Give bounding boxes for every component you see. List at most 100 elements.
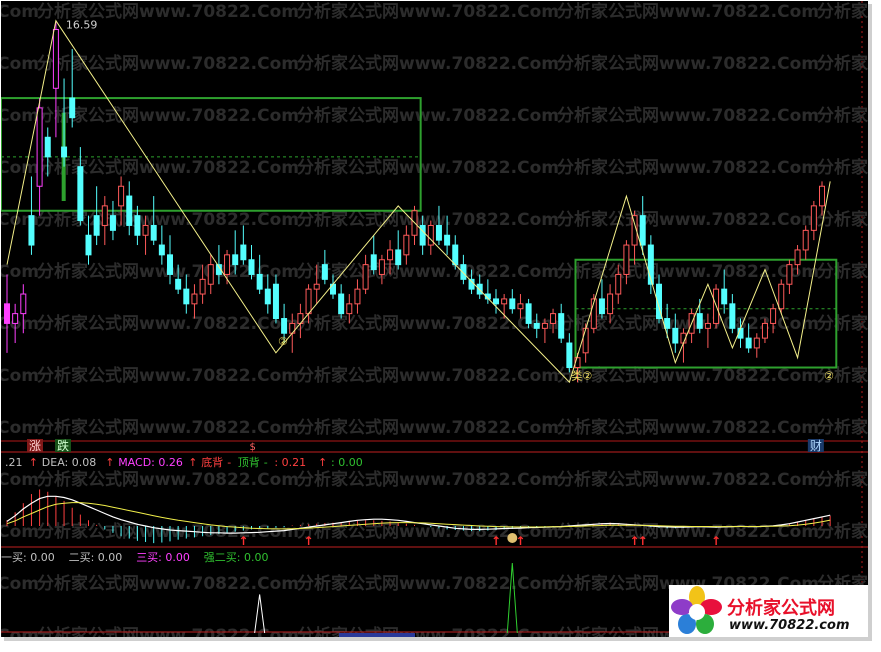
watermark-text: 分析家公式网www.70822.Com [557,417,819,438]
buy-arrow-icon: ↑ [238,534,248,548]
flower-logo-icon [671,586,722,634]
signal-header-item: 三买: 0.00 [136,551,190,564]
frame-shadow [4,637,872,641]
watermark-text: 分析家公式网www.70822.Com [37,157,299,178]
candle-body [395,249,402,266]
signal-header-item: 二买: 0.00 [69,551,123,564]
watermark-text: 分析家公式网www.70822.Com [817,261,868,282]
watermark-text: 分析家公式网www.70822.Com [817,53,868,74]
watermark-text: 分析家公式网www.70822.Com [37,53,299,74]
candle-body [142,224,149,236]
candle-body [207,264,214,285]
candle-body [729,303,736,329]
watermark-text: 分析家公式网www.70822.Com [817,469,868,490]
chart-screenshot: 分析家公式网www.70822.Com分析家公式网www.70822.Com分析… [0,0,881,652]
watermark-text: 分析家公式网www.70822.Com [37,105,299,126]
candle-body [77,166,84,222]
candle-body [362,264,369,290]
candle-body [61,146,68,158]
watermark-text: 分析家公式网www.70822.Com [297,625,559,637]
buy-arrow-icon: ↑ [515,534,525,548]
candle-body [753,337,760,349]
high-price-label: 16.59 [66,19,98,32]
stock-chart-panel[interactable]: 分析家公式网www.70822.Com分析家公式网www.70822.Com分析… [1,1,868,637]
candle-body [150,224,157,241]
candle-body [435,224,442,241]
candle-body [403,234,410,256]
candle-body [338,293,345,315]
candle-body [582,327,589,354]
watermark-text: 分析家公式网www.70822.Com [297,365,559,386]
candle-body [191,293,198,305]
candle-body [272,283,279,320]
candle-body [93,215,100,236]
watermark-text: 分析家公式网www.70822.Com [817,105,868,126]
watermark-text: 分析家公式网www.70822.Com [297,105,559,126]
watermark-text: 分析家公式网www.70822.Com [37,209,299,230]
candle-body [20,293,27,315]
candle-body [615,273,622,295]
watermark-text: 分析家公式网www.70822.Com [37,573,299,594]
candle-body [460,264,467,280]
macd-header-item: ↑ [318,456,327,469]
legend-down-label: 跌 [57,438,69,453]
candle-body [346,303,353,315]
candle-body [501,298,508,305]
candle-body [745,337,752,349]
watermark-text: 分析家公式网www.70822.Com [37,365,299,386]
frame-shadow [868,4,872,640]
macd-header-item: : 0.21 [274,456,306,469]
candle-body [558,313,565,339]
macd-header-item: ↑ [29,456,38,469]
candle-body [607,293,614,315]
watermark-text: 分析家公式网www.70822.Com [1,53,39,74]
macd-header-item: DEA: 0.08 [42,456,96,469]
candle-body [696,313,703,329]
candle-body [354,288,361,305]
scroll-indicator [339,633,415,637]
signals-header: 一买: 0.00 二买: 0.00 三买: 0.00 强二买: 0.00 [1,551,269,564]
candle-body [313,283,320,290]
watermark-text: 分析家公式网www.70822.Com [1,625,39,637]
watermark-text: 分析家公式网www.70822.Com [817,157,868,178]
watermark-text: 分析家公式网www.70822.Com [297,261,559,282]
chart-canvas[interactable]: 分析家公式网www.70822.Com分析家公式网www.70822.Com分析… [1,1,868,637]
candle-body [36,107,43,187]
candle-body [802,229,809,251]
legend-up-label: 涨 [29,438,41,453]
candle-body [770,308,777,324]
candle-body [224,254,231,275]
candle-body [810,205,817,231]
event-label: $ [250,442,256,453]
signal-header-item: 一买: 0.00 [1,551,55,564]
event-label: 财 [810,439,822,453]
candle-body [452,244,459,266]
candle-body [264,288,271,305]
watermark-text: 分析家公式网www.70822.Com [297,573,559,594]
candle-body [533,322,540,329]
candle-body [240,244,247,261]
candle-body [509,298,516,310]
logo-url: www.70822.com [729,618,850,633]
pattern-marker: ② [824,370,834,383]
candle-body [664,318,671,329]
candle-body [101,205,108,226]
candle-body [28,215,35,246]
macd-header-item: ↑ [188,456,197,469]
watermark-text: 分析家公式网www.70822.Com [297,53,559,74]
candle-body [12,313,19,324]
candle-body [4,303,10,324]
watermark-text: 分析家公式网www.70822.Com [1,573,39,594]
candle-body [761,322,768,339]
watermark-text: 分析家公式网www.70822.Com [37,417,299,438]
candle-body [517,303,524,310]
candle-body [281,318,288,334]
candle-body [134,215,141,236]
candle-body [786,264,793,285]
candle-body [109,215,116,231]
candle-body [639,215,646,246]
candle-body [321,264,328,280]
watermark-text: 分析家公式网www.70822.Com [37,313,299,334]
candle-body [721,288,728,305]
candle-body [118,185,125,207]
